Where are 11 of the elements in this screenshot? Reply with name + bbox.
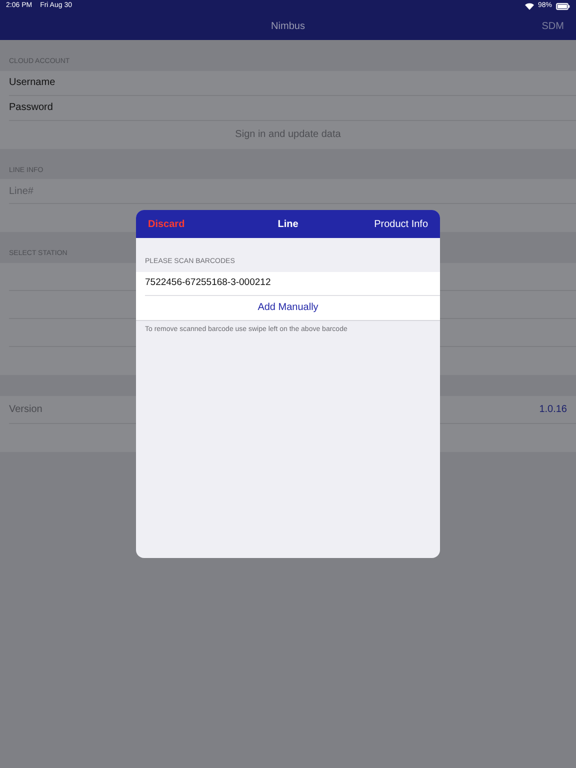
modal-title: Line [278,218,298,232]
wifi-icon [524,2,534,10]
add-manually-button[interactable]: Add Manually [258,300,318,315]
battery-icon [556,2,570,10]
version-value: 1.0.16 [539,402,567,416]
row-label: Password [9,101,53,115]
row-label: Version [9,402,42,416]
nav-title: Nimbus [271,20,305,34]
product-info-button[interactable]: Product Info [374,216,428,232]
nav-button[interactable]: SDM [542,19,564,34]
row-label: Username [9,76,56,90]
